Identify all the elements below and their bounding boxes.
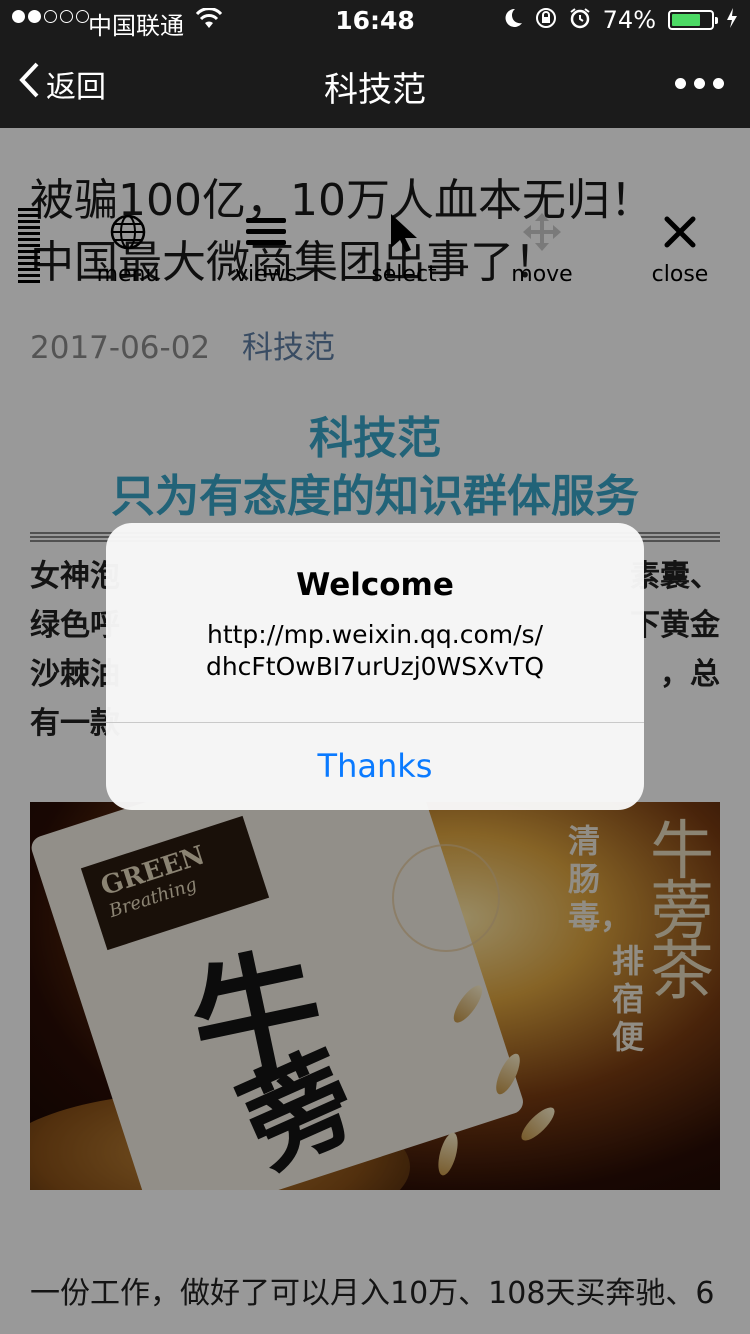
globe-icon — [68, 210, 188, 254]
alert-message: http://mp.weixin.qq.com/s/ dhcFtOwBI7urU… — [106, 619, 644, 683]
toolbar-label: menu — [96, 262, 160, 287]
drag-handle[interactable] — [18, 208, 40, 284]
status-bar: 中国联通 16:48 74% — [0, 0, 750, 40]
toolbar-label: views — [234, 262, 298, 287]
alert-dialog: Welcome http://mp.weixin.qq.com/s/ dhcFt… — [106, 523, 644, 810]
thanks-button[interactable]: Thanks — [106, 723, 644, 810]
floating-toolbar: menu views select move close — [0, 200, 750, 300]
toolbar-label: close — [651, 262, 709, 287]
hamburger-icon — [206, 210, 326, 254]
alarm-icon — [569, 7, 591, 33]
toolbar-label: select — [371, 262, 437, 287]
toolbar-views-button[interactable]: views — [206, 210, 326, 287]
nav-title: 科技范 — [324, 70, 426, 110]
charging-bolt-icon — [726, 7, 738, 33]
moon-icon — [503, 7, 523, 33]
close-icon — [620, 210, 740, 254]
battery-percent: 74% — [602, 6, 656, 34]
cursor-arrow-icon — [344, 210, 464, 254]
toolbar-close-button[interactable]: close — [620, 210, 740, 287]
toolbar-select-button[interactable]: select — [344, 210, 464, 287]
alert-message-line: dhcFtOwBI7urUzj0WSXvTQ — [205, 652, 545, 681]
battery-icon — [668, 10, 718, 30]
toolbar-menu-button[interactable]: menu — [68, 210, 188, 287]
alert-message-line: http://mp.weixin.qq.com/s/ — [206, 620, 543, 649]
toolbar-label: move — [511, 262, 573, 287]
move-arrows-icon — [482, 210, 602, 254]
rotation-lock-icon — [535, 7, 557, 33]
alert-title: Welcome — [296, 567, 454, 603]
nav-bar: 返回 科技范 — [0, 40, 750, 128]
toolbar-move-button[interactable]: move — [482, 210, 602, 287]
more-dots-icon[interactable] — [675, 78, 724, 89]
